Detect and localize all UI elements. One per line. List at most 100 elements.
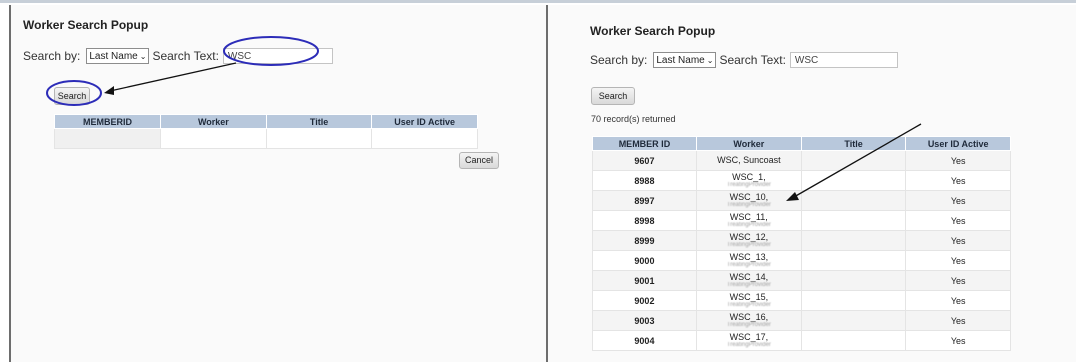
- worker-name: WSC_10,: [729, 191, 769, 202]
- search-button[interactable]: Search: [54, 87, 90, 105]
- popup-title: Worker Search Popup: [590, 24, 716, 38]
- worker-name: WSC_11,: [729, 211, 768, 222]
- user-id-active-cell: Yes: [905, 190, 1011, 211]
- records-returned-text: 70 record(s) returned: [591, 114, 676, 124]
- member-id-cell: 9001: [592, 270, 697, 291]
- member-id-cell: 8999: [592, 230, 697, 251]
- search-row: Search by: Last Name ⌄ Search Text: WSC: [23, 48, 333, 64]
- worker-name: WSC, Suncoast: [717, 155, 781, 165]
- worker-provider-blurred: TreatingProvider: [726, 261, 771, 268]
- worker-cell: WSC_1, TreatingProvider: [695, 170, 802, 191]
- title-cell: [800, 150, 907, 171]
- search-by-label: Search by:: [590, 53, 648, 67]
- user-id-active-cell: Yes: [905, 170, 1011, 191]
- user-id-active-cell: Yes: [905, 330, 1011, 351]
- column-header-worker[interactable]: Worker: [160, 114, 267, 129]
- user-id-active-cell: Yes: [905, 290, 1011, 311]
- title-cell: [800, 270, 907, 291]
- search-by-label: Search by:: [23, 49, 81, 63]
- search-text-input[interactable]: WSC: [789, 52, 898, 68]
- results-table: MEMBERID Worker Title User ID Active: [53, 114, 478, 149]
- worker-provider-blurred: TreatingProvider: [726, 241, 771, 248]
- worker-name: WSC_16,: [729, 311, 769, 322]
- column-header-title[interactable]: Title: [800, 136, 907, 151]
- worker-cell: WSC_11, TreatingProvider: [695, 210, 802, 231]
- worker-name: WSC_14,: [729, 271, 769, 282]
- worker-cell: WSC_17, TreatingProvider: [695, 330, 802, 351]
- search-text-label: Search Text:: [152, 49, 219, 63]
- user-id-active-cell: Yes: [905, 150, 1011, 171]
- worker-name: WSC_1,: [732, 171, 766, 182]
- user-id-active-cell: Yes: [905, 310, 1011, 331]
- search-text-label: Search Text:: [719, 53, 786, 67]
- table-row[interactable]: 9002 WSC_15, TreatingProvider Yes: [592, 290, 1011, 311]
- worker-name: WSC_15,: [729, 291, 769, 302]
- member-id-cell: 9004: [592, 330, 697, 351]
- member-id-cell: 8997: [592, 190, 697, 211]
- search-by-value: Last Name: [656, 54, 705, 66]
- worker-cell: WSC_10, TreatingProvider: [695, 190, 802, 211]
- worker-name: WSC_17,: [729, 331, 769, 342]
- user-id-active-cell: Yes: [905, 230, 1011, 251]
- chevron-down-icon: ⌄: [139, 51, 147, 61]
- table-row[interactable]: 8999 WSC_12, TreatingProvider Yes: [592, 230, 1011, 251]
- title-cell: [800, 250, 907, 271]
- title-cell: [800, 290, 907, 311]
- search-text-input[interactable]: WSC: [222, 48, 333, 64]
- member-id-cell: 8998: [592, 210, 697, 231]
- cancel-button[interactable]: Cancel: [459, 152, 499, 169]
- member-id-cell: 9607: [592, 150, 697, 171]
- chevron-down-icon: ⌄: [706, 55, 714, 65]
- title-cell: [800, 210, 907, 231]
- table-row[interactable]: 9000 WSC_13, TreatingProvider Yes: [592, 250, 1011, 271]
- popup-title: Worker Search Popup: [23, 18, 149, 32]
- search-by-select[interactable]: Last Name ⌄: [653, 52, 717, 68]
- worker-provider-blurred: TreatingProvider: [726, 181, 771, 188]
- column-header-user-id-active[interactable]: User ID Active: [371, 114, 478, 129]
- top-border: [0, 0, 1076, 3]
- member-id-cell: 9000: [592, 250, 697, 271]
- worker-provider-blurred: TreatingProvider: [726, 341, 771, 348]
- member-id-cell: 9002: [592, 290, 697, 311]
- worker-provider-blurred: TreatingProvider: [726, 201, 771, 208]
- column-header-member-id[interactable]: MEMBER ID: [592, 136, 697, 151]
- worker-cell: WSC_13, TreatingProvider: [695, 250, 802, 271]
- right-popup: Worker Search Popup Search by: Last Name…: [548, 5, 1076, 362]
- table-row[interactable]: 9004 WSC_17, TreatingProvider Yes: [592, 330, 1011, 351]
- title-cell: [800, 330, 907, 351]
- left-popup: Worker Search Popup Search by: Last Name…: [11, 5, 546, 362]
- column-header-worker[interactable]: Worker: [695, 136, 802, 151]
- title-cell: [800, 170, 907, 191]
- table-row[interactable]: 8997 WSC_10, TreatingProvider Yes: [592, 190, 1011, 211]
- results-table: MEMBER ID Worker Title User ID Active 96…: [592, 136, 1011, 351]
- worker-cell: WSC_12, TreatingProvider: [695, 230, 802, 251]
- search-by-select[interactable]: Last Name ⌄: [86, 48, 150, 64]
- column-header-user-id-active[interactable]: User ID Active: [905, 136, 1011, 151]
- column-header-title[interactable]: Title: [265, 114, 373, 129]
- table-row[interactable]: 9001 WSC_14, TreatingProvider Yes: [592, 270, 1011, 291]
- user-id-active-cell: Yes: [905, 250, 1011, 271]
- table-row[interactable]: 8998 WSC_11, TreatingProvider Yes: [592, 210, 1011, 231]
- table-row[interactable]: 9003 WSC_16, TreatingProvider Yes: [592, 310, 1011, 331]
- worker-provider-blurred: TreatingProvider: [726, 321, 771, 328]
- title-cell: [800, 190, 907, 211]
- worker-name: WSC_12,: [729, 231, 769, 242]
- table-row[interactable]: 9607 WSC, Suncoast Yes: [592, 150, 1011, 171]
- worker-cell: WSC_16, TreatingProvider: [695, 310, 802, 331]
- worker-cell: WSC_14, TreatingProvider: [695, 270, 802, 291]
- search-button[interactable]: Search: [591, 87, 635, 105]
- search-row: Search by: Last Name ⌄ Search Text: WSC: [590, 52, 898, 68]
- worker-cell: WSC, Suncoast: [695, 150, 802, 171]
- table-row[interactable]: 8988 WSC_1, TreatingProvider Yes: [592, 170, 1011, 191]
- member-id-cell: 9003: [592, 310, 697, 331]
- worker-name: WSC_13,: [729, 251, 769, 262]
- member-id-cell: 8988: [592, 170, 697, 191]
- worker-provider-blurred: TreatingProvider: [726, 281, 771, 288]
- title-cell: [800, 230, 907, 251]
- empty-row: [53, 128, 478, 149]
- user-id-active-cell: Yes: [905, 210, 1011, 231]
- user-id-active-cell: Yes: [905, 270, 1011, 291]
- column-header-memberid[interactable]: MEMBERID: [53, 114, 162, 129]
- worker-provider-blurred: TreatingProvider: [726, 221, 771, 228]
- worker-cell: WSC_15, TreatingProvider: [695, 290, 802, 311]
